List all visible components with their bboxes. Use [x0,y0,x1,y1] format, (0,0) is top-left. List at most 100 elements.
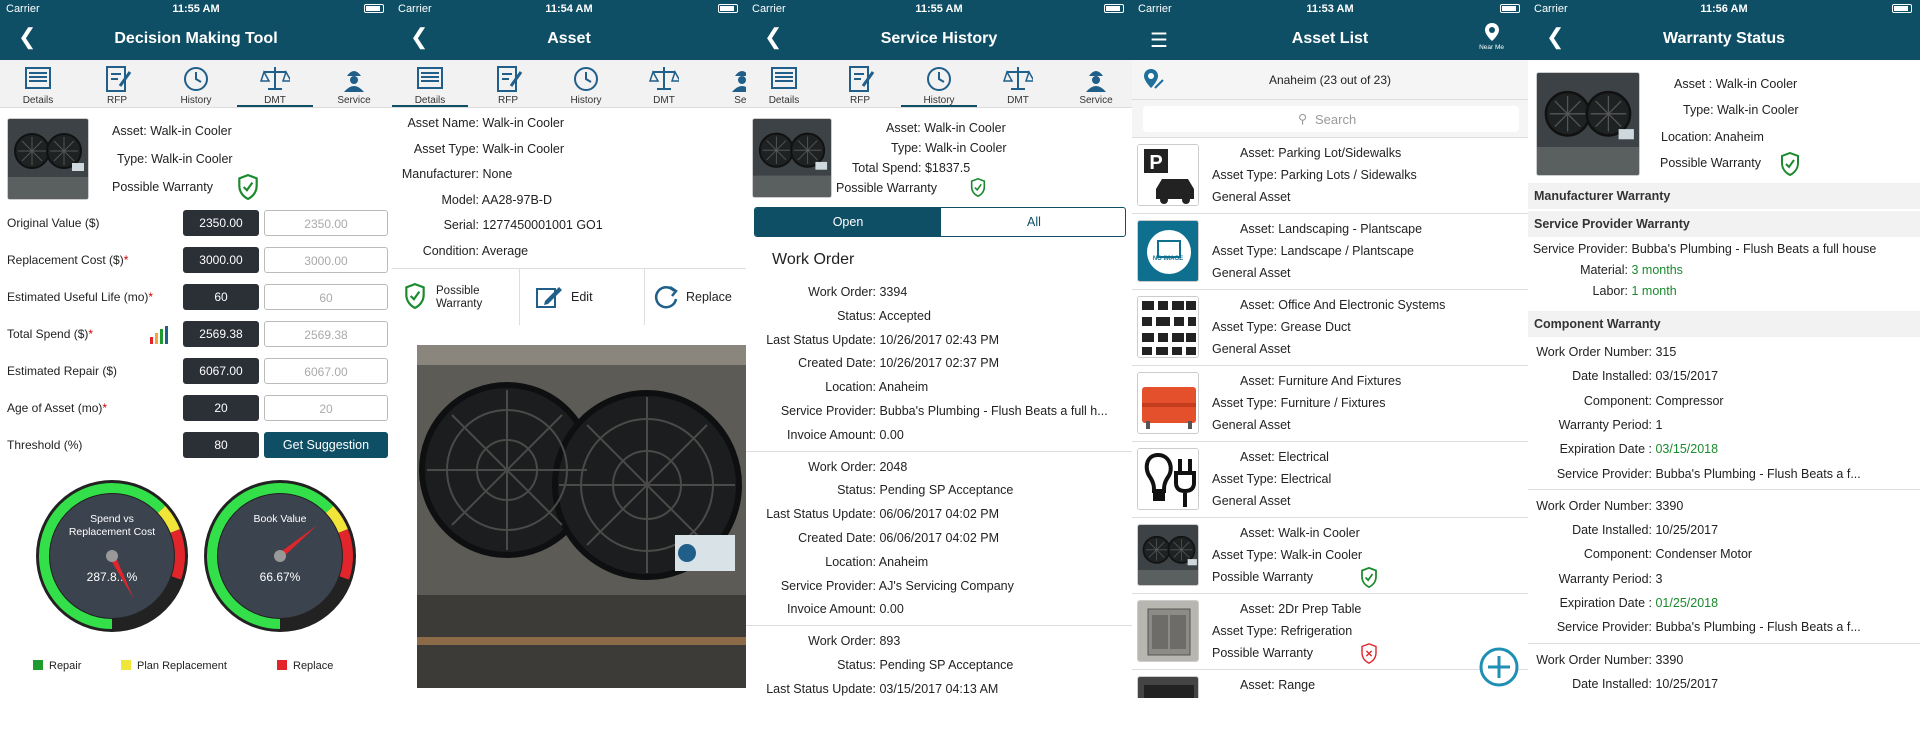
field-label: Material: [1580,263,1628,277]
gauge-hub [106,550,118,562]
compare-input[interactable]: 60 [264,284,388,310]
asset-row: Asset : Walk-in Cooler [1674,77,1797,91]
field-row: Manufacturer: None [392,167,513,181]
segment-open[interactable]: Open [755,208,941,236]
tab-history[interactable]: History [166,60,226,106]
tab-details[interactable]: Details [392,60,468,107]
asset-subtitle: General Asset [1212,342,1291,356]
asset-type-row: Asset Type: Grease Duct [1212,320,1351,334]
tab-dmt[interactable]: DMT [988,60,1048,106]
field-row: Asset Name: Walk-in Cooler [392,116,564,130]
asset-row: Asset: Landscaping - Plantscape [1240,222,1422,236]
warranty-status-screen: Carrier 11:56 AM ❮ Warranty Status Asset… [1528,0,1920,698]
tab-dmt[interactable]: DMT [237,60,313,107]
near-me-button[interactable]: Near Me [1479,22,1504,51]
field-row: Service Provider: AJ's Servicing Company [746,579,1014,593]
asset-list-item[interactable]: Asset: Electrical Asset Type: Electrical G… [1132,442,1528,518]
parking-icon: P [1137,144,1199,206]
asset-type-value: Parking Lots / Sidewalks [1280,168,1417,182]
tab-history[interactable]: History [556,60,616,106]
value-input[interactable]: 20 [183,395,259,421]
details-icon [25,67,51,89]
field-label: Work Order: [808,459,876,474]
page-title: Service History [880,30,998,47]
search-field[interactable]: ⚲ Search [1143,106,1519,132]
field-label: Original Value ($) [7,216,99,230]
possible-warranty-button[interactable]: Possible Warranty [392,269,520,325]
segment-all[interactable]: All [941,208,1125,236]
location-bar[interactable]: Anaheim (23 out of 23) [1132,60,1528,100]
field-label: Last Status Update: [766,507,876,522]
asset-list-item[interactable]: P Asset: Parking Lot/Sidewalks Asset Type:… [1132,138,1528,214]
prep-table-icon [1137,600,1199,662]
tab-dmt[interactable]: DMT [634,60,694,106]
value-input[interactable]: 2569.38 [183,321,259,347]
field-label-text: Estimated Repair ($) [7,364,118,378]
asset-row: Asset: Walk-in Cooler [886,121,1006,135]
compare-input[interactable]: 20 [264,395,388,421]
value-input[interactable]: 60 [183,284,259,310]
tab-bar: Details RFP History DMT Service [746,60,1132,108]
value-input[interactable]: 2350.00 [183,210,259,236]
field-value: 0.00 [879,427,904,442]
add-asset-button[interactable] [1478,646,1520,688]
tab-label: Details [768,95,800,106]
spend-row: Total Spend: $1837.5 [852,161,970,175]
field-value: 3390 [1655,652,1684,667]
shield-check-icon[interactable] [970,178,986,197]
field-label: Status: [837,658,876,672]
range-icon [1137,676,1199,698]
field-label: Asset Type: [413,141,479,156]
asset-list-item[interactable]: Asset: 2Dr Prep Table Asset Type: Refrige… [1132,594,1528,670]
tab-details[interactable]: Details [8,60,68,106]
compare-input[interactable]: 3000.00 [264,247,388,273]
tab-label: History [180,95,212,106]
tab-service[interactable]: Service [324,60,384,106]
value-input[interactable]: 3000.00 [183,247,259,273]
field-row: Work Order: 893 [746,634,900,648]
asset-label: Asset: [1240,526,1275,540]
shield-check-icon[interactable] [1780,152,1800,176]
tab-rfp[interactable]: RFP [830,60,890,106]
bar-chart-icon[interactable] [149,325,171,345]
compare-input[interactable]: 2569.38 [264,321,388,347]
shield-check-icon[interactable] [1360,567,1378,588]
asset-list-item[interactable]: Asset: Walk-in Cooler Asset Type: Walk-in… [1132,518,1528,594]
asset-list-item[interactable]: Asset: Office And Electronic Systems Asse… [1132,290,1528,366]
field-value: Pending SP Acceptance [879,658,1014,672]
field-value: AJ's Servicing Company [878,578,1014,593]
shield-check-icon[interactable] [237,174,259,200]
tab-bar: Details RFP History DMT Service [0,60,392,108]
rfp-icon [106,66,132,92]
tab-label: Details [414,95,446,106]
field-label: Work Order: [808,634,876,649]
field-value: 10/25/2017 [1655,523,1719,538]
field-row: Expiration Date : 03/15/2018 [1528,442,1718,456]
tab-service[interactable]: Ser [712,60,746,106]
field-label-text: Original Value ($) [7,216,100,230]
replace-button[interactable]: Replace [646,269,746,325]
tab-bar: Details RFP History DMT Ser [392,60,746,108]
tab-service[interactable]: Service [1066,60,1126,106]
compare-input[interactable]: 6067.00 [264,358,388,384]
field-row: Component: Condenser Motor [1528,547,1752,561]
field-row: Expiration Date : 01/25/2018 [1528,596,1718,610]
asset-list-item[interactable]: Asset: Furniture And Fixtures Asset Type:… [1132,366,1528,442]
value-input[interactable]: 80 [183,432,259,458]
shield-x-icon[interactable] [1360,643,1378,664]
tab-rfp[interactable]: RFP [87,60,147,106]
asset-photo [1536,72,1640,176]
asset-list-item[interactable]: Asset: Range [1132,670,1528,698]
asset-list-item[interactable]: NO IMAGE Asset: Landscaping - Plantscape A… [1132,214,1528,290]
value-input[interactable]: 6067.00 [183,358,259,384]
get-suggestion-button[interactable]: Get Suggestion [264,432,388,458]
legend-label: Replace [293,660,334,672]
compare-input[interactable]: 2350.00 [264,210,388,236]
scale-icon [1003,67,1033,90]
edit-button[interactable]: Edit [521,269,645,325]
tab-rfp[interactable]: RFP [478,60,538,106]
tab-details[interactable]: Details [754,60,814,106]
status-bar: Carrier 11:55 AM [0,0,392,18]
tab-history[interactable]: History [901,60,977,107]
status-time: 11:54 AM [545,3,593,15]
